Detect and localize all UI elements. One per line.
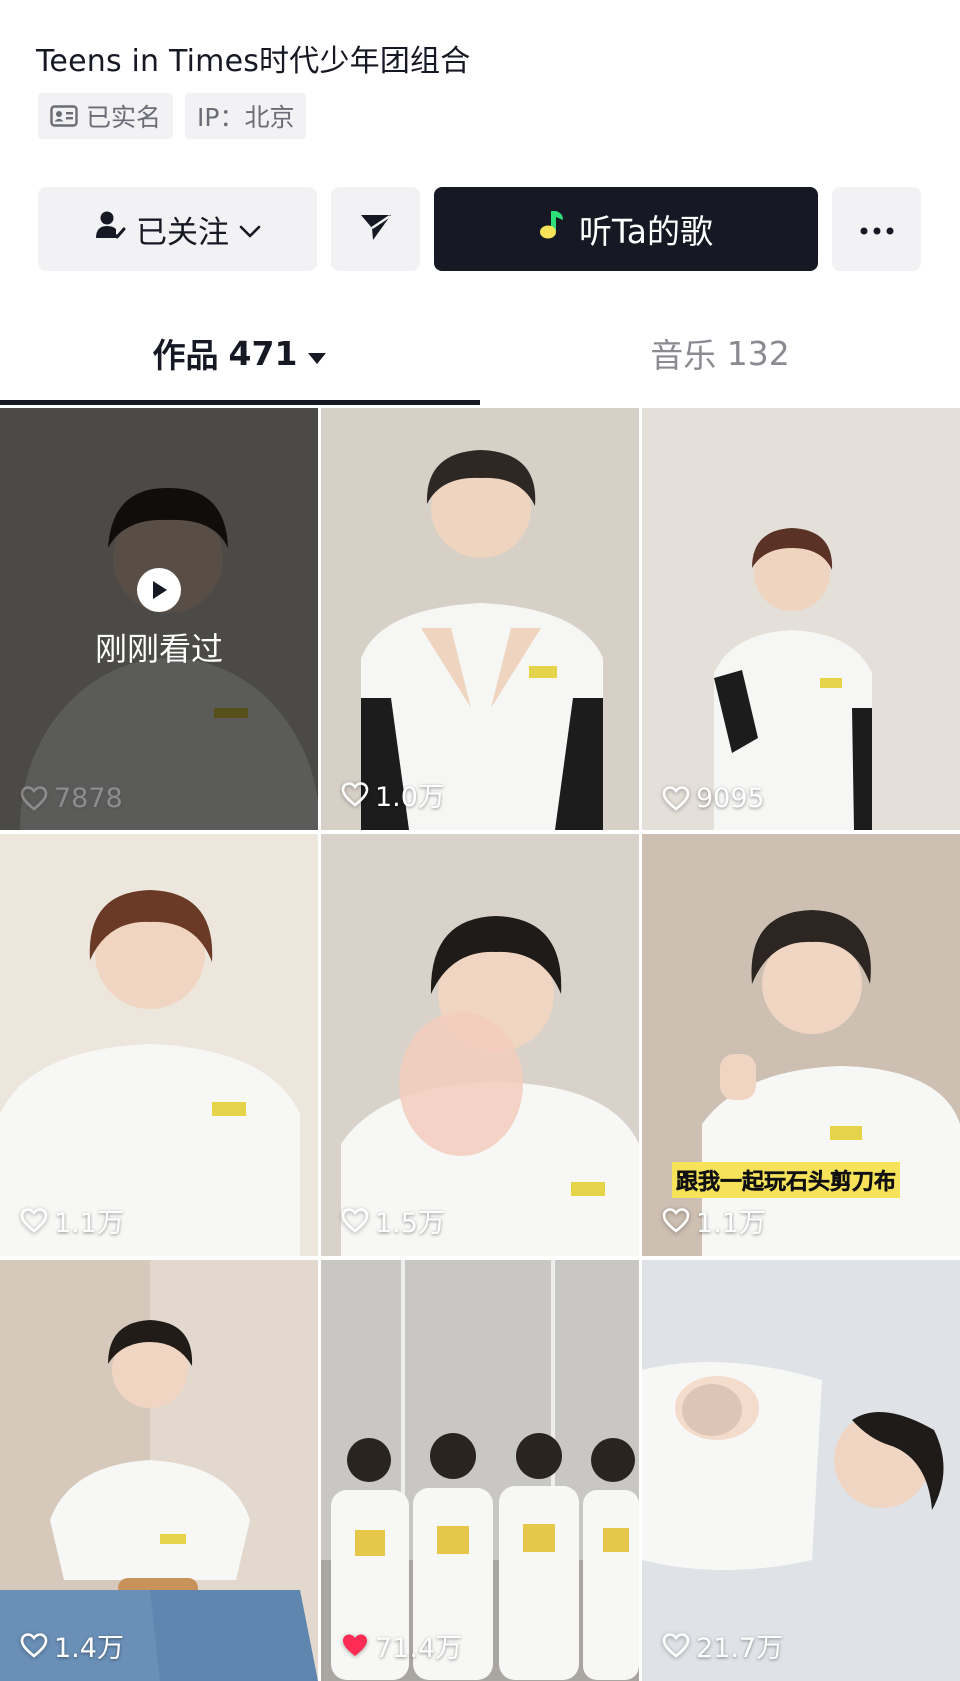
like-count-value: 21.7万	[696, 1633, 784, 1664]
active-tab-indicator	[0, 400, 480, 405]
tab-music[interactable]: 音乐 132	[480, 300, 960, 406]
like-count: 21.7万	[662, 1626, 783, 1665]
like-count: 1.5万	[341, 1201, 445, 1240]
heart-icon	[341, 782, 369, 807]
recently-watched-label: 刚刚看过	[94, 630, 223, 668]
video-cover-image	[0, 1260, 318, 1681]
action-bar: 已关注 听Ta的歌	[38, 187, 921, 271]
content-tabs: 作品 471 音乐 132	[0, 300, 960, 406]
heart-icon	[662, 1208, 690, 1233]
like-count: 71.4万	[341, 1626, 462, 1665]
heart-icon	[341, 1208, 369, 1233]
heart-icon	[20, 1633, 48, 1658]
heart-filled-icon	[343, 1634, 367, 1656]
more-options-button[interactable]	[832, 187, 921, 271]
like-count: 1.4万	[20, 1626, 124, 1665]
heart-icon	[662, 1633, 690, 1658]
video-cover-image	[321, 408, 639, 830]
like-count-value: 9095	[696, 783, 765, 814]
more-dots-icon	[860, 220, 894, 239]
triangle-down-icon	[307, 334, 327, 373]
paper-plane-icon	[359, 212, 393, 246]
video-thumbnail[interactable]: 1.5万	[321, 834, 639, 1256]
like-count-value: 1.1万	[54, 1208, 124, 1239]
video-cover-image	[642, 408, 960, 830]
like-count-value: 1.5万	[375, 1208, 445, 1239]
verified-label: 已实名	[86, 103, 162, 132]
video-thumbnail[interactable]: 1.0万	[321, 408, 639, 830]
video-caption: 跟我一起玩石头剪刀布	[672, 1162, 901, 1198]
video-thumbnail[interactable]: 21.7万	[642, 1260, 960, 1681]
video-cover-image	[0, 834, 318, 1256]
video-thumbnail[interactable]: 1.1万	[0, 834, 318, 1256]
like-count: 1.0万	[341, 775, 445, 814]
like-count-value: 7878	[54, 783, 123, 814]
video-grid: 刚刚看过 7878 1.0万 9095 1.1万 1.5万 跟我一起玩石头剪刀布…	[0, 408, 960, 1681]
verified-tag: 已实名	[38, 93, 174, 139]
ip-label: IP：北京	[197, 103, 295, 132]
profile-name: Teens in Times时代少年团组合	[36, 44, 471, 79]
following-button[interactable]: 已关注	[38, 187, 317, 271]
user-check-icon	[94, 209, 126, 249]
play-icon	[137, 568, 181, 612]
following-label: 已关注	[136, 214, 229, 251]
video-cover-image	[321, 834, 639, 1256]
like-count-value: 1.1万	[696, 1208, 766, 1239]
tab-works-count: 471	[228, 333, 298, 373]
like-count: 7878	[20, 783, 123, 814]
like-count: 1.1万	[20, 1201, 124, 1240]
send-message-button[interactable]	[331, 187, 420, 271]
ip-tag: IP：北京	[185, 93, 307, 139]
video-thumbnail[interactable]: 1.4万	[0, 1260, 318, 1681]
listen-music-label: 听Ta的歌	[579, 212, 713, 251]
video-thumbnail[interactable]: 刚刚看过 7878	[0, 408, 318, 830]
video-cover-image	[642, 1260, 960, 1681]
id-card-icon	[50, 105, 78, 127]
like-count-value: 1.4万	[54, 1633, 124, 1664]
video-thumbnail[interactable]: 跟我一起玩石头剪刀布 1.1万	[642, 834, 960, 1256]
heart-icon	[20, 786, 48, 811]
listen-music-button[interactable]: 听Ta的歌	[434, 187, 818, 271]
recently-watched-marker: 刚刚看过	[0, 568, 318, 670]
heart-icon	[662, 786, 690, 811]
video-thumbnail[interactable]: 71.4万	[321, 1260, 639, 1681]
like-count-value: 1.0万	[375, 782, 445, 813]
music-note-icon	[539, 209, 565, 249]
heart-icon	[20, 1208, 48, 1233]
tab-music-count: 132	[726, 333, 790, 373]
like-count-value: 71.4万	[375, 1633, 463, 1664]
video-thumbnail[interactable]: 9095	[642, 408, 960, 830]
profile-tags: 已实名 IP：北京	[38, 93, 307, 139]
like-count: 1.1万	[662, 1201, 766, 1240]
tab-works-label: 作品	[152, 336, 219, 375]
chevron-down-icon	[239, 211, 261, 247]
video-cover-image	[321, 1260, 639, 1681]
like-count: 9095	[662, 783, 765, 814]
tab-works[interactable]: 作品 471	[0, 300, 480, 406]
tab-music-label: 音乐	[650, 336, 717, 375]
